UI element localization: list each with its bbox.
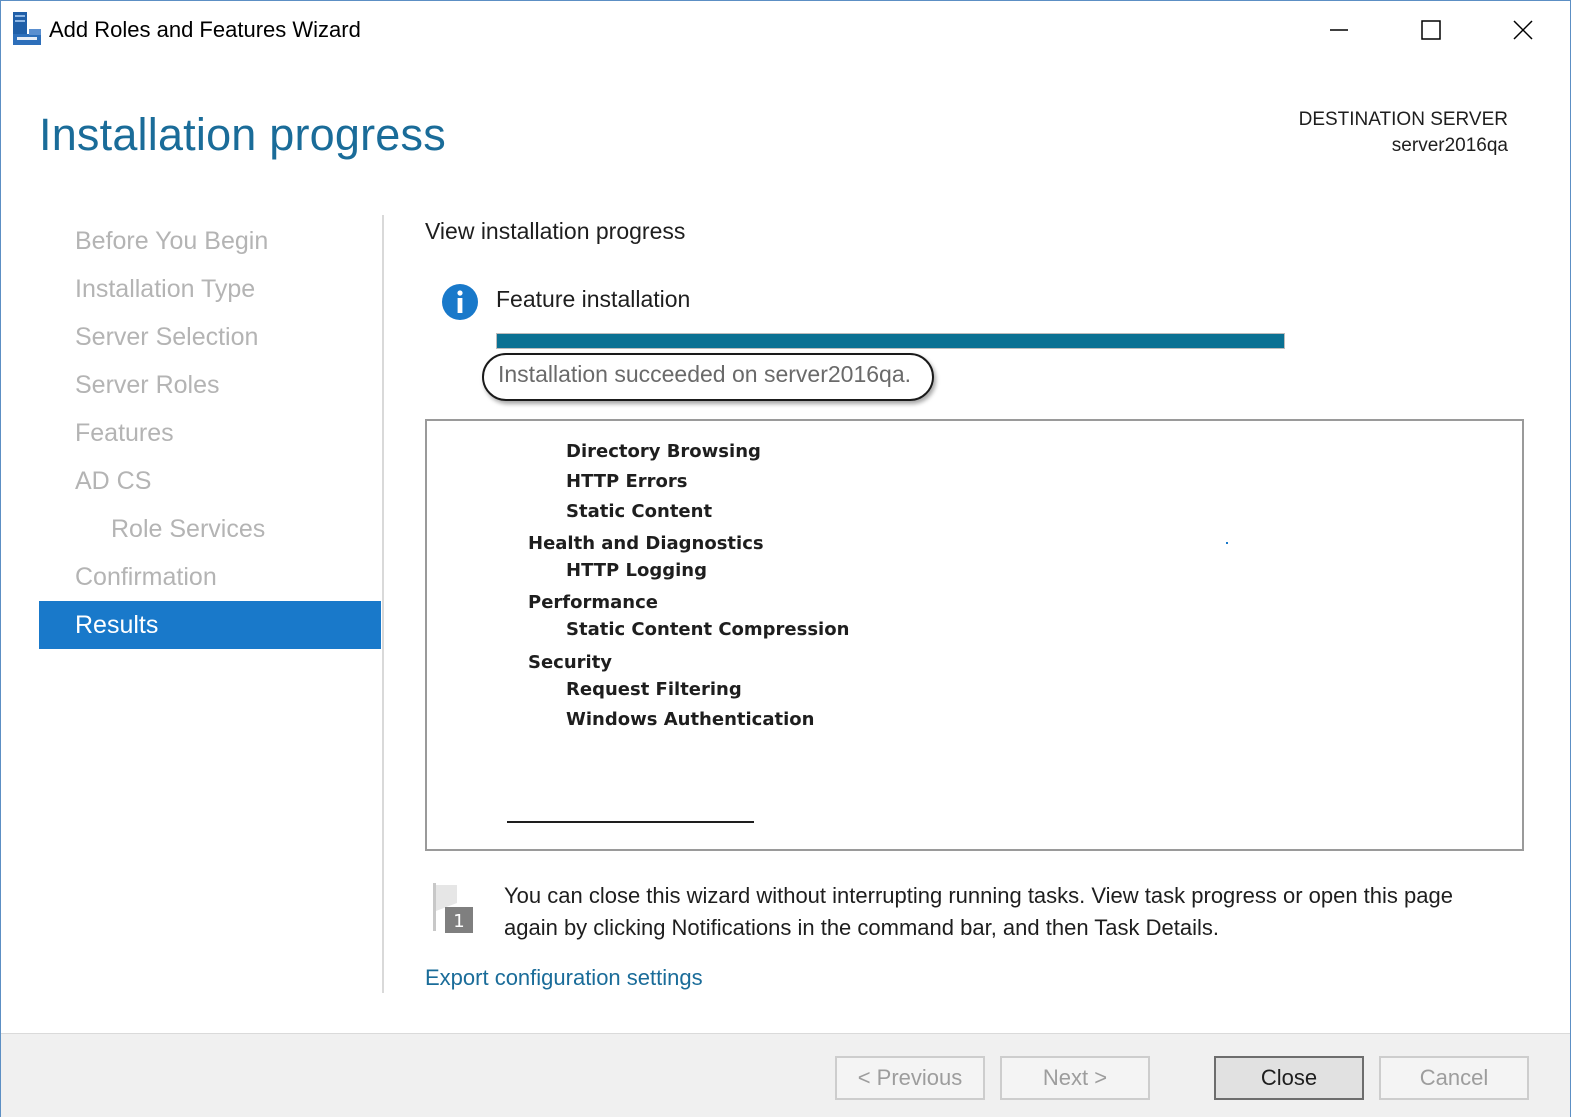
- minimize-icon: [1330, 29, 1348, 31]
- nav-item-confirmation[interactable]: Confirmation: [39, 553, 381, 601]
- feature-item: Request Filtering: [566, 679, 742, 700]
- feature-group-item: Security: [528, 652, 613, 673]
- feature-group-item: Performance: [528, 592, 658, 613]
- server-manager-icon: [13, 12, 41, 45]
- destination-server-name: server2016qa: [1391, 135, 1508, 156]
- maximize-button[interactable]: [1385, 1, 1477, 59]
- box-separator-line: [507, 821, 754, 823]
- nav-item-features[interactable]: Features: [39, 409, 381, 457]
- destination-server-label: DESTINATION SERVER: [1298, 109, 1508, 130]
- installation-progress-bar: [496, 333, 1285, 349]
- notification-flag-icon: 1: [433, 883, 473, 933]
- flag-badge-number: 1: [453, 911, 464, 932]
- section-heading: View installation progress: [425, 218, 686, 244]
- next-button[interactable]: Next >: [1000, 1056, 1150, 1100]
- feature-installation-title: Feature installation: [496, 286, 691, 312]
- nav-item-installation-type[interactable]: Installation Type: [39, 265, 381, 313]
- title-bar[interactable]: Add Roles and Features Wizard: [1, 1, 1570, 59]
- feature-item: Directory Browsing: [566, 441, 761, 462]
- feature-item: HTTP Errors: [566, 471, 688, 492]
- feature-item: Windows Authentication: [566, 709, 815, 730]
- stray-mark: [1226, 542, 1228, 544]
- previous-button[interactable]: < Previous: [835, 1056, 985, 1100]
- nav-divider: [382, 215, 384, 993]
- wizard-footer: < Previous Next > Close Cancel: [1, 1033, 1570, 1117]
- feature-item: Static Content: [566, 501, 713, 522]
- wizard-window: Add Roles and Features Wizard Installati…: [0, 0, 1571, 1117]
- nav-item-before-you-begin[interactable]: Before You Begin: [39, 217, 381, 265]
- close-button[interactable]: Close: [1214, 1056, 1364, 1100]
- export-configuration-link[interactable]: Export configuration settings: [425, 965, 703, 991]
- progress-fill: [497, 334, 1284, 348]
- wizard-nav: Before You Begin Installation Type Serve…: [39, 217, 381, 649]
- installation-status-text: Installation succeeded on server2016qa.: [498, 361, 912, 387]
- window-title: Add Roles and Features Wizard: [49, 17, 361, 42]
- cancel-button[interactable]: Cancel: [1379, 1056, 1529, 1100]
- maximize-icon: [1421, 20, 1441, 40]
- feature-item: Static Content Compression: [566, 619, 850, 640]
- page-title: Installation progress: [39, 109, 446, 160]
- nav-item-role-services[interactable]: Role Services: [39, 505, 381, 553]
- feature-item: HTTP Logging: [566, 560, 707, 581]
- nav-item-server-selection[interactable]: Server Selection: [39, 313, 381, 361]
- minimize-button[interactable]: [1293, 1, 1385, 59]
- info-icon: [442, 284, 478, 320]
- results-list-box[interactable]: Directory Browsing HTTP Errors Static Cont…: [425, 419, 1524, 851]
- close-wizard-note: You can close this wizard without interr…: [504, 883, 1453, 940]
- nav-item-results[interactable]: Results: [39, 601, 381, 649]
- close-icon: [1513, 20, 1533, 40]
- nav-item-server-roles[interactable]: Server Roles: [39, 361, 381, 409]
- nav-item-ad-cs[interactable]: AD CS: [39, 457, 381, 505]
- feature-group-item: Health and Diagnostics: [528, 533, 764, 554]
- close-window-button[interactable]: [1477, 1, 1569, 59]
